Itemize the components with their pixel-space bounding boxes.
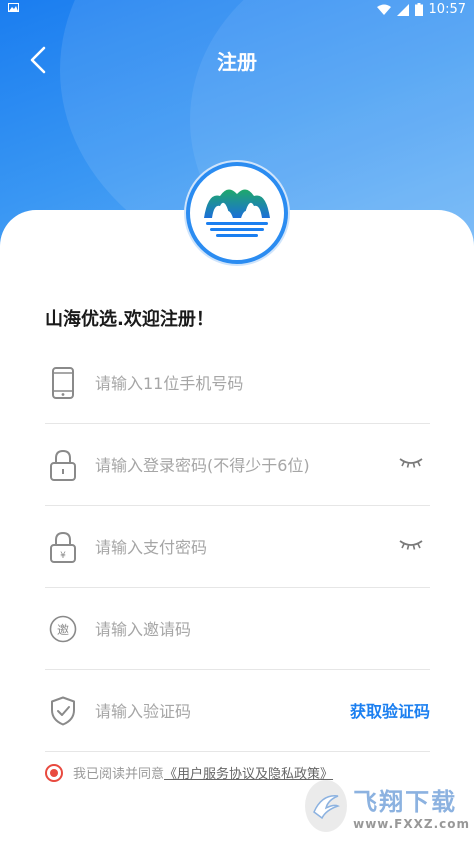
image-icon bbox=[8, 3, 19, 15]
eye-closed-icon[interactable] bbox=[398, 454, 424, 474]
lock-icon bbox=[49, 448, 77, 482]
verify-code-field: 获取验证码 bbox=[45, 670, 430, 752]
yuan-lock-icon: ¥ bbox=[49, 530, 77, 564]
watermark: 飞翔下载 www.FXXZ.com bbox=[305, 775, 470, 837]
verify-code-input[interactable] bbox=[95, 694, 325, 728]
svg-text:¥: ¥ bbox=[60, 551, 66, 561]
battery-icon bbox=[414, 3, 423, 16]
watermark-title: 飞翔下载 bbox=[353, 787, 458, 816]
agreement-prefix: 我已阅读并同意 bbox=[73, 767, 165, 782]
signal-icon bbox=[396, 3, 409, 16]
radio-checked-dot bbox=[50, 768, 58, 777]
status-bar: 10:57 bbox=[0, 0, 474, 20]
pay-password-input[interactable] bbox=[95, 530, 385, 564]
phone-input[interactable] bbox=[95, 366, 385, 400]
app-logo-icon bbox=[204, 189, 270, 237]
agreement-row: 我已阅读并同意 《用户服务协议及隐私政策》 bbox=[45, 763, 333, 782]
eye-closed-icon[interactable] bbox=[398, 536, 424, 556]
page-title: 注册 bbox=[217, 50, 257, 74]
shield-check-icon bbox=[49, 694, 77, 728]
phone-field bbox=[45, 342, 430, 424]
invite-icon-glyph: 邀 bbox=[56, 622, 69, 637]
phone-icon bbox=[49, 366, 77, 400]
watermark-logo-icon bbox=[305, 780, 348, 832]
pay-password-field: ¥ bbox=[45, 506, 430, 588]
agree-radio[interactable] bbox=[45, 763, 63, 782]
app-logo bbox=[186, 162, 288, 264]
welcome-heading: 山海优选.欢迎注册！ bbox=[45, 309, 214, 330]
wifi-icon bbox=[376, 4, 391, 15]
login-password-field bbox=[45, 424, 430, 506]
login-password-input[interactable] bbox=[95, 448, 385, 482]
invite-code-input[interactable] bbox=[95, 612, 385, 646]
watermark-url: www.FXXZ.com bbox=[353, 816, 470, 831]
invite-icon: 邀 bbox=[49, 612, 77, 646]
navbar: 注册 bbox=[0, 20, 474, 100]
status-time: 10:57 bbox=[428, 2, 466, 17]
get-code-button[interactable]: 获取验证码 bbox=[350, 698, 430, 722]
invite-code-field: 邀 bbox=[45, 588, 430, 670]
